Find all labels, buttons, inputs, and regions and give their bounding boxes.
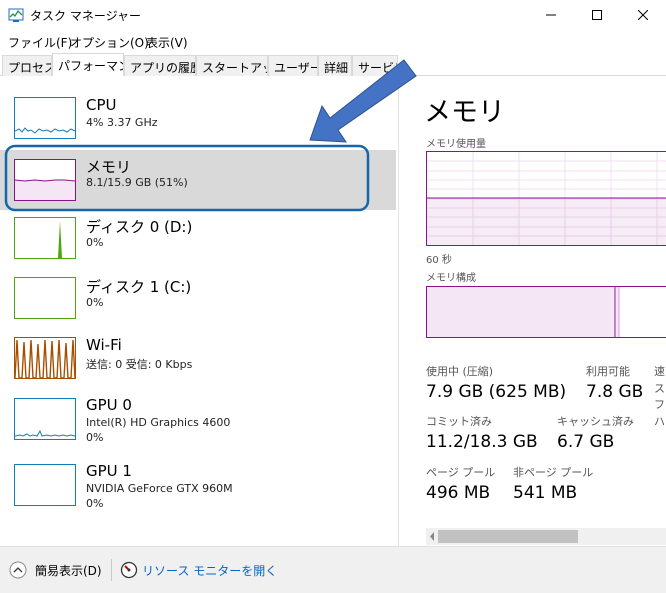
- resource-stat-usage: 0%: [86, 431, 104, 444]
- memory-detail-panel: メモリ メモリ使用量 60 秒 メモリ構成 使用中 (圧縮) 7.9 GB (6…: [399, 76, 666, 546]
- committed-label: コミット済み: [426, 415, 492, 428]
- footer-divider: [111, 559, 112, 581]
- resource-name: CPU: [86, 96, 117, 114]
- fewer-details-label[interactable]: 簡易表示(D): [35, 562, 102, 579]
- window-title: タスク マネージャー: [30, 9, 141, 23]
- footer-bar: 簡易表示(D) リソース モニターを開く: [0, 546, 666, 593]
- tab-processes[interactable]: プロセス: [2, 55, 52, 76]
- disk1-thumbnail-graph: [14, 277, 76, 319]
- resource-list: CPU 4% 3.37 GHz メモリ 8.1/15.9 GB (51%) ディ…: [0, 76, 398, 538]
- memory-usage-label: メモリ使用量: [426, 139, 486, 150]
- cpu-thumbnail-graph: [14, 97, 76, 139]
- resource-name: ディスク 1 (C:): [86, 278, 192, 296]
- resource-item-gpu0[interactable]: GPU 0 Intel(R) HD Graphics 4600 0%: [0, 390, 396, 450]
- tab-details[interactable]: 詳細: [318, 55, 352, 76]
- tab-services[interactable]: サービス: [352, 55, 398, 76]
- resource-stat: 0%: [86, 236, 104, 249]
- minimize-button[interactable]: [528, 0, 574, 30]
- cut-off-label: ハ: [654, 415, 665, 428]
- scroll-left-icon[interactable]: [427, 528, 437, 545]
- resource-name: メモリ: [86, 158, 132, 176]
- resource-name: GPU 1: [86, 462, 132, 480]
- cached-value: 6.7 GB: [557, 432, 615, 452]
- tab-bar: プロセス パフォーマンス アプリの履歴 スタートアップ ユーザー 詳細 サービス: [0, 53, 666, 77]
- tab-startup[interactable]: スタートアップ: [196, 55, 268, 76]
- resource-stat: 4% 3.37 GHz: [86, 116, 158, 129]
- resource-stat-usage: 0%: [86, 497, 104, 510]
- resource-item-disk0[interactable]: ディスク 0 (D:) 0%: [0, 210, 396, 270]
- tab-app-history[interactable]: アプリの履歴: [124, 55, 196, 76]
- memory-composition-bar: [426, 286, 666, 338]
- graph-time-label: 60 秒: [426, 255, 452, 266]
- resource-stat: 送信: 0 受信: 0 Kbps: [86, 358, 193, 371]
- cached-label: キャッシュ済み: [557, 415, 634, 428]
- disk0-thumbnail-graph: [14, 217, 76, 259]
- resource-item-memory[interactable]: メモリ 8.1/15.9 GB (51%): [0, 150, 396, 210]
- menu-bar: ファイル(F) オプション(O) 表示(V): [0, 30, 666, 52]
- resource-item-wifi[interactable]: Wi-Fi 送信: 0 受信: 0 Kbps: [0, 330, 396, 390]
- scrollbar-thumb[interactable]: [438, 530, 578, 543]
- nonpaged-pool-value: 541 MB: [513, 483, 578, 503]
- cut-off-label: 速: [654, 365, 665, 378]
- memory-thumbnail-graph: [14, 159, 76, 201]
- resource-item-gpu1[interactable]: GPU 1 NVIDIA GeForce GTX 960M 0%: [0, 456, 396, 516]
- paged-pool-label: ページ プール: [426, 466, 496, 479]
- tab-performance[interactable]: パフォーマンス: [52, 53, 124, 77]
- available-value: 7.8 GB: [586, 382, 644, 402]
- gpu0-thumbnail-graph: [14, 398, 76, 440]
- cut-off-label: フォ: [654, 398, 666, 411]
- close-button[interactable]: [620, 0, 666, 30]
- memory-usage-graph: [426, 151, 666, 246]
- nonpaged-pool-label: 非ページ プール: [513, 466, 594, 479]
- horizontal-scrollbar[interactable]: [426, 528, 666, 545]
- tab-users[interactable]: ユーザー: [268, 55, 318, 76]
- resource-stat: Intel(R) HD Graphics 4600: [86, 416, 231, 429]
- cut-off-label: ス: [654, 382, 665, 395]
- chevron-up-icon: [9, 561, 27, 579]
- in-use-value: 7.9 GB (625 MB): [426, 382, 567, 402]
- menu-options[interactable]: オプション(O): [70, 34, 149, 51]
- committed-value: 11.2/18.3 GB: [426, 432, 538, 452]
- open-resource-monitor-link[interactable]: リソース モニターを開く: [142, 562, 277, 579]
- resource-stat: 8.1/15.9 GB (51%): [86, 176, 188, 189]
- resource-item-cpu[interactable]: CPU 4% 3.37 GHz: [0, 90, 396, 150]
- maximize-button[interactable]: [574, 0, 620, 30]
- resource-stat: 0%: [86, 296, 104, 309]
- menu-view[interactable]: 表示(V): [146, 34, 188, 51]
- resource-name: Wi-Fi: [86, 336, 122, 354]
- wifi-thumbnail-graph: [14, 337, 76, 379]
- task-manager-icon: [8, 7, 24, 23]
- in-use-label: 使用中 (圧縮): [426, 365, 494, 378]
- resource-name: GPU 0: [86, 396, 132, 414]
- menu-file[interactable]: ファイル(F): [8, 34, 72, 51]
- detail-title: メモリ: [424, 97, 505, 128]
- gpu1-thumbnail-graph: [14, 464, 76, 506]
- memory-composition-label: メモリ構成: [426, 273, 476, 284]
- available-label: 利用可能: [586, 365, 630, 378]
- paged-pool-value: 496 MB: [426, 483, 491, 503]
- fewer-details-button[interactable]: [9, 561, 27, 579]
- resource-monitor-icon[interactable]: [120, 561, 138, 579]
- resource-item-disk1[interactable]: ディスク 1 (C:) 0%: [0, 270, 396, 330]
- resource-name: ディスク 0 (D:): [86, 218, 193, 236]
- title-bar: タスク マネージャー: [0, 0, 666, 30]
- resource-stat: NVIDIA GeForce GTX 960M: [86, 482, 233, 495]
